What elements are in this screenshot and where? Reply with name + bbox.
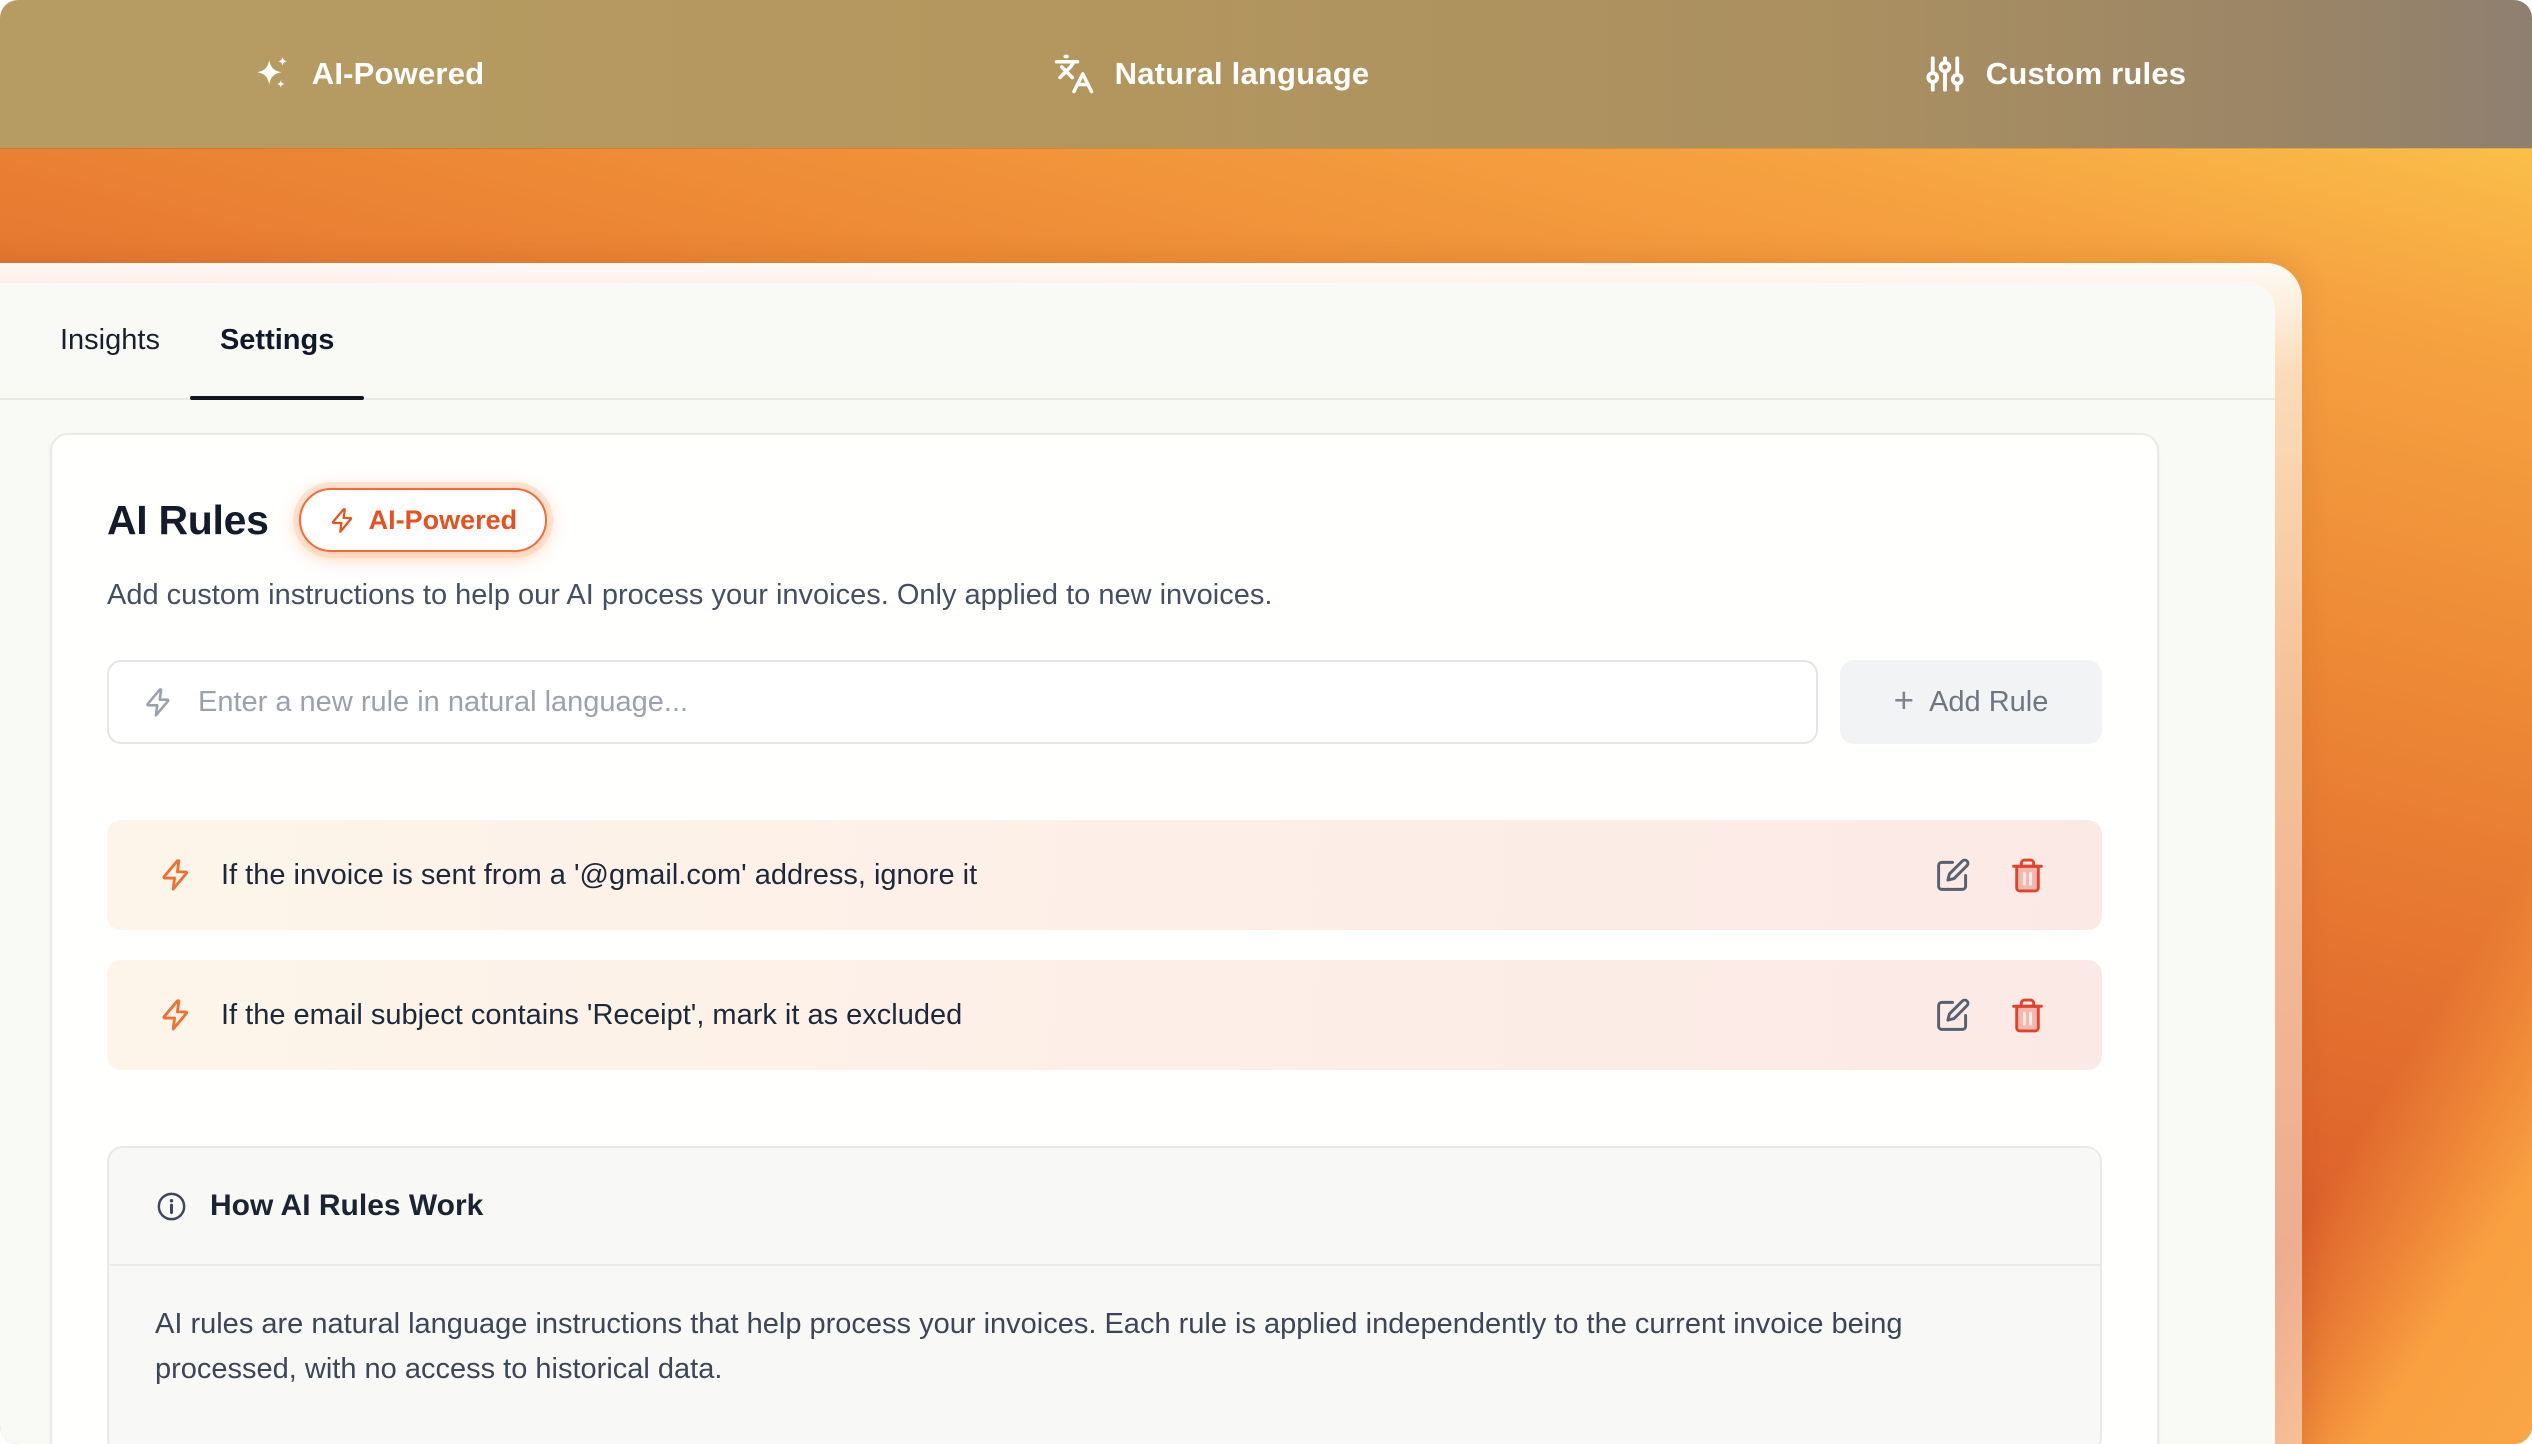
tab-insights[interactable]: Insights	[30, 283, 190, 398]
tab-label: Insights	[60, 324, 160, 357]
ai-rules-description: Add custom instructions to help our AI p…	[107, 579, 2102, 612]
feature-custom-rules: Custom rules	[1924, 53, 2187, 95]
tab-label: Settings	[220, 324, 334, 357]
delete-rule-button[interactable]	[2009, 857, 2046, 894]
rule-actions	[1934, 997, 2046, 1034]
app-panel: Insights Settings AI Rules AI-Powered	[0, 283, 2275, 1444]
info-box-header: How AI Rules Work	[109, 1148, 2100, 1266]
ai-rules-header: AI Rules AI-Powered	[107, 488, 2102, 552]
app-window: Insights Settings AI Rules AI-Powered	[0, 263, 2302, 1444]
sliders-icon	[1924, 53, 1966, 95]
zap-icon	[159, 858, 193, 892]
page-title: AI Rules	[107, 497, 269, 544]
new-rule-field	[107, 660, 1818, 744]
trash-icon	[2009, 997, 2046, 1034]
delete-rule-button[interactable]	[2009, 997, 2046, 1034]
edit-rule-button[interactable]	[1934, 857, 1971, 894]
rules-list: If the invoice is sent from a '@gmail.co…	[107, 820, 2102, 1070]
info-box-title: How AI Rules Work	[210, 1189, 483, 1223]
rule-actions	[1934, 857, 2046, 894]
add-rule-label: Add Rule	[1929, 686, 2048, 719]
rule-item: If the email subject contains 'Receipt',…	[107, 960, 2102, 1070]
rule-text: If the invoice is sent from a '@gmail.co…	[221, 859, 977, 892]
edit-icon	[1934, 857, 1971, 894]
info-box-body: AI rules are natural language instructio…	[109, 1266, 2100, 1444]
feature-ai-powered: AI-Powered	[250, 53, 485, 95]
app-screenshot: AI-Powered Natural language Custom rules	[0, 0, 2532, 1444]
zap-icon	[329, 507, 356, 534]
new-rule-input[interactable]	[198, 686, 1782, 719]
zap-icon	[159, 998, 193, 1032]
plus-icon: +	[1894, 683, 1914, 718]
edit-icon	[1934, 997, 1971, 1034]
tab-bar: Insights Settings	[0, 283, 2275, 400]
trash-icon	[2009, 857, 2046, 894]
new-rule-row: + Add Rule	[107, 660, 2102, 744]
feature-label: Custom rules	[1986, 56, 2187, 92]
badge-label: AI-Powered	[369, 505, 518, 536]
settings-content: AI Rules AI-Powered Add custom instructi…	[0, 400, 2275, 1444]
tab-settings[interactable]: Settings	[190, 283, 364, 398]
how-ai-rules-work-box: How AI Rules Work AI rules are natural l…	[107, 1146, 2102, 1444]
zap-icon	[143, 687, 174, 718]
info-icon	[155, 1190, 188, 1223]
feature-label: AI-Powered	[312, 56, 485, 92]
rule-item: If the invoice is sent from a '@gmail.co…	[107, 820, 2102, 930]
ai-powered-badge: AI-Powered	[299, 488, 548, 552]
edit-rule-button[interactable]	[1934, 997, 1971, 1034]
rule-text: If the email subject contains 'Receipt',…	[221, 999, 962, 1032]
translate-icon	[1053, 53, 1095, 95]
feature-label: Natural language	[1115, 56, 1370, 92]
feature-banner: AI-Powered Natural language Custom rules	[0, 0, 2532, 148]
feature-natural-language: Natural language	[1053, 53, 1370, 95]
add-rule-button[interactable]: + Add Rule	[1840, 660, 2102, 744]
ai-rules-card: AI Rules AI-Powered Add custom instructi…	[50, 433, 2159, 1444]
sparkles-icon	[250, 53, 292, 95]
